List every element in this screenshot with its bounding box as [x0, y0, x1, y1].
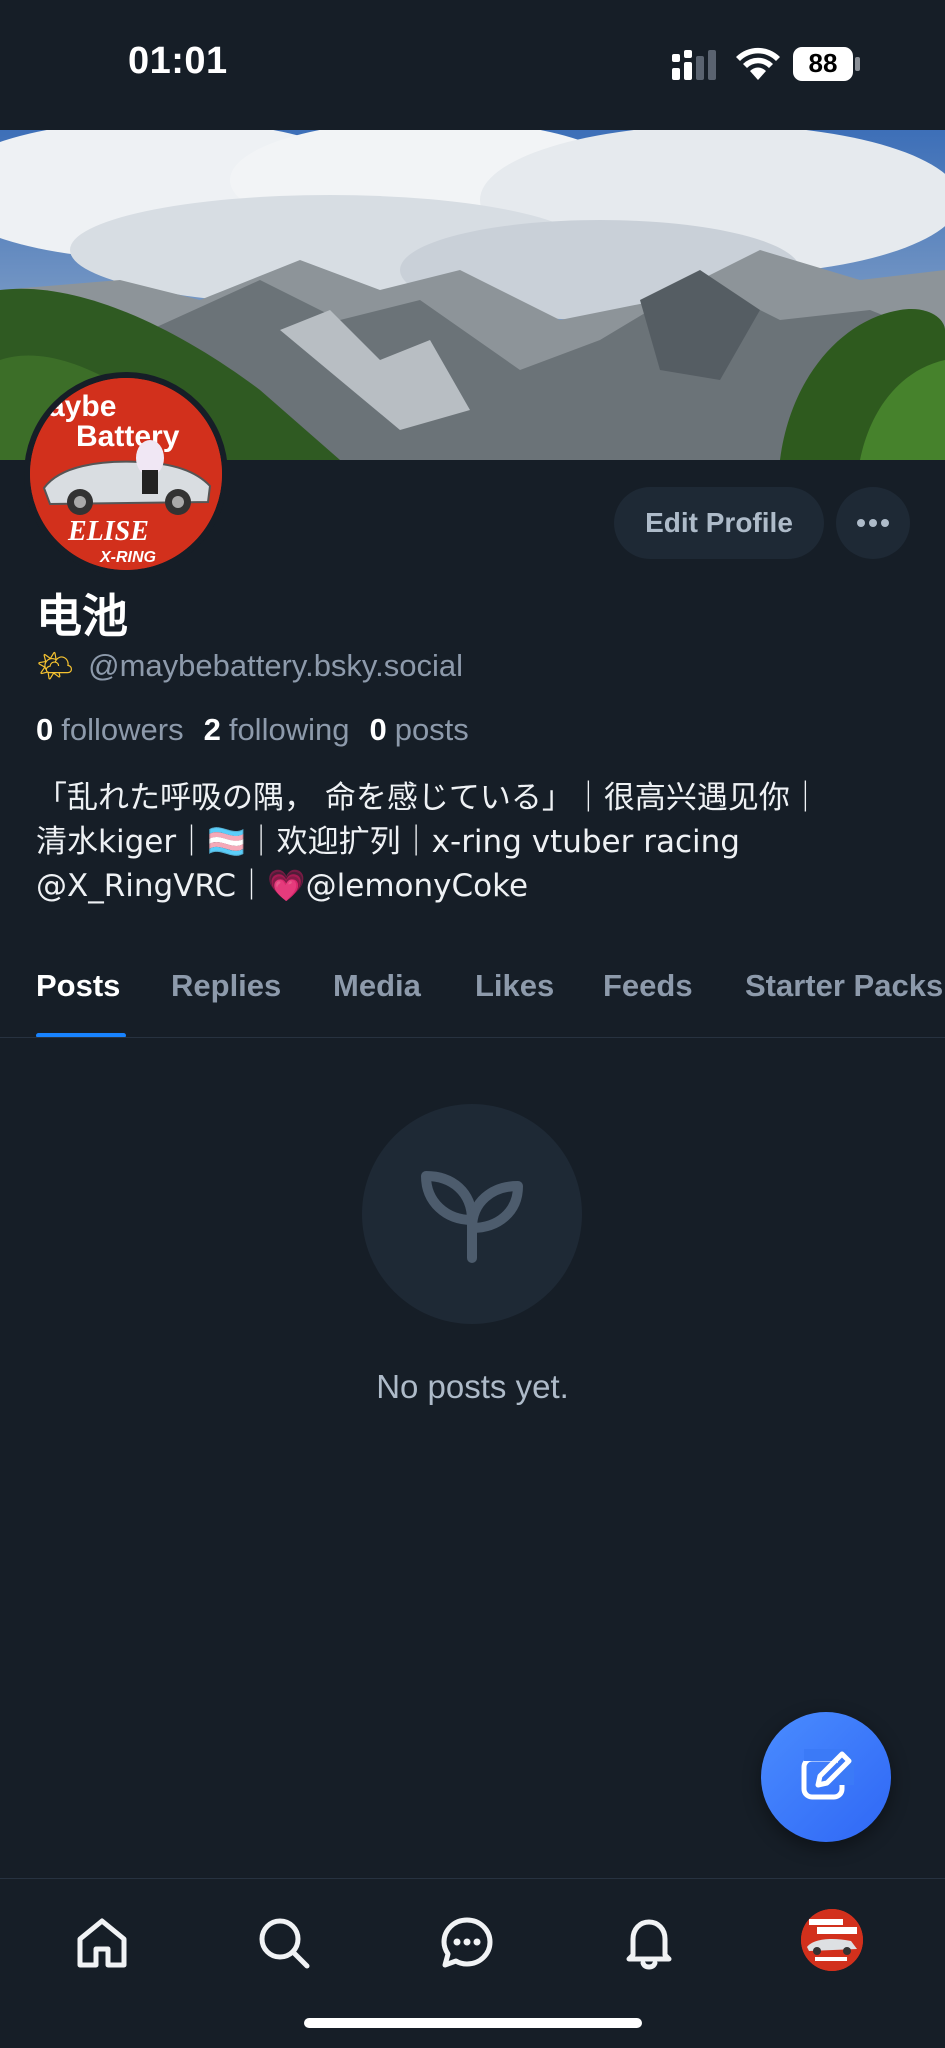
profile-avatar-icon: [801, 1909, 863, 1971]
tab-feeds[interactable]: Feeds: [603, 968, 693, 1004]
empty-state-icon-container: [362, 1104, 582, 1324]
empty-state-message: No posts yet.: [376, 1368, 569, 1405]
followers-count: 0: [36, 712, 54, 747]
profile-avatar[interactable]: aybe Battery ELISE X-RING: [24, 372, 228, 576]
avatar-text-line3: ELISE: [67, 516, 149, 547]
followers-label: followers: [61, 712, 184, 747]
home-icon: [77, 1918, 127, 1968]
posts-label: posts: [394, 712, 469, 747]
tab-media[interactable]: Media: [333, 968, 421, 1004]
profile-tabs: Posts Replies Media Likes Feeds Starter …: [0, 952, 945, 1038]
wifi-icon: [736, 47, 780, 80]
tab-replies[interactable]: Replies: [171, 968, 281, 1004]
nav-search[interactable]: [252, 1911, 316, 1975]
avatar-text-line2: Battery: [76, 420, 180, 453]
search-icon: [259, 1918, 310, 1969]
home-indicator: [304, 2018, 642, 2028]
cellular-signal-icon: [672, 50, 716, 80]
following-stat[interactable]: 2 following: [204, 712, 350, 748]
tab-posts[interactable]: Posts: [36, 968, 120, 1004]
posts-stat: 0 posts: [369, 712, 468, 748]
avatar-image: aybe Battery ELISE X-RING: [30, 378, 222, 570]
nav-profile-avatar[interactable]: [801, 1909, 863, 1971]
more-options-button[interactable]: [836, 487, 910, 559]
nav-home[interactable]: [70, 1911, 134, 1975]
sun-emoji-icon: 🌤: [36, 649, 75, 683]
battery-indicator: 88: [792, 46, 862, 82]
nav-chat[interactable]: [435, 1911, 499, 1975]
compose-icon: [801, 1749, 854, 1800]
tab-likes[interactable]: Likes: [475, 968, 554, 1004]
sprout-icon: [421, 1171, 523, 1263]
tab-starter-packs[interactable]: Starter Packs: [745, 968, 943, 1004]
profile-bio: 「乱れた呼吸の隅， 命を感じている」｜很高兴遇见你｜ 清水kiger｜🏳️‍⚧️…: [36, 780, 821, 904]
active-tab-indicator: [36, 1033, 126, 1037]
compose-post-button[interactable]: [761, 1712, 891, 1842]
nav-notifications[interactable]: [617, 1911, 681, 1975]
handle-row: 🌤 @maybebattery.bsky.social: [36, 648, 463, 684]
battery-level: 88: [808, 48, 838, 78]
followers-stat[interactable]: 0 followers: [36, 712, 184, 748]
bell-icon: [626, 1919, 672, 1970]
display-name: 电池: [36, 589, 128, 643]
edit-profile-button[interactable]: Edit Profile: [614, 487, 824, 559]
posts-count: 0: [369, 712, 387, 747]
profile-stats: 0 followers 2 following 0 posts: [36, 712, 469, 748]
status-bar: 01:01 88: [0, 0, 945, 130]
status-time: 01:01: [128, 40, 228, 82]
following-count: 2: [203, 712, 221, 747]
following-label: following: [228, 712, 350, 747]
profile-handle[interactable]: @maybebattery.bsky.social: [88, 648, 463, 684]
ellipsis-icon: [857, 519, 889, 527]
chat-icon: [441, 1917, 493, 1968]
avatar-text-line4: X-RING: [99, 549, 156, 566]
